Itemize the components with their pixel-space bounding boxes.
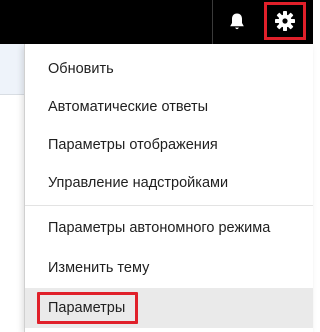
menu-item-manage-addins[interactable]: Управление надстройками — [25, 164, 313, 202]
notifications-button[interactable] — [221, 4, 253, 40]
toolbar-divider — [212, 0, 213, 44]
menu-item-automatic-replies[interactable]: Автоматические ответы — [25, 88, 313, 126]
menu-item-options[interactable]: Параметры — [25, 288, 313, 328]
settings-button[interactable] — [264, 2, 306, 40]
menu-item-label: Автоматические ответы — [48, 99, 209, 115]
menu-item-refresh[interactable]: Обновить — [25, 50, 313, 88]
menu-item-label: Параметры автономного режима — [48, 220, 271, 236]
page-header-strip — [0, 44, 24, 95]
menu-item-offline-settings[interactable]: Параметры автономного режима — [25, 209, 313, 247]
top-bar — [0, 0, 313, 44]
settings-menu: Обновить Автоматические ответы Параметры… — [24, 44, 313, 332]
menu-item-label: Параметры — [48, 300, 126, 316]
bell-icon — [230, 13, 244, 30]
menu-separator — [25, 205, 313, 206]
menu-item-change-theme[interactable]: Изменить тему — [25, 249, 313, 287]
menu-item-display-settings[interactable]: Параметры отображения — [25, 126, 313, 164]
menu-item-label: Управление надстройками — [48, 175, 229, 191]
menu-item-label: Изменить тему — [48, 260, 150, 276]
menu-item-label: Параметры отображения — [48, 137, 218, 153]
gear-icon — [275, 11, 295, 31]
menu-item-label: Обновить — [48, 61, 114, 77]
